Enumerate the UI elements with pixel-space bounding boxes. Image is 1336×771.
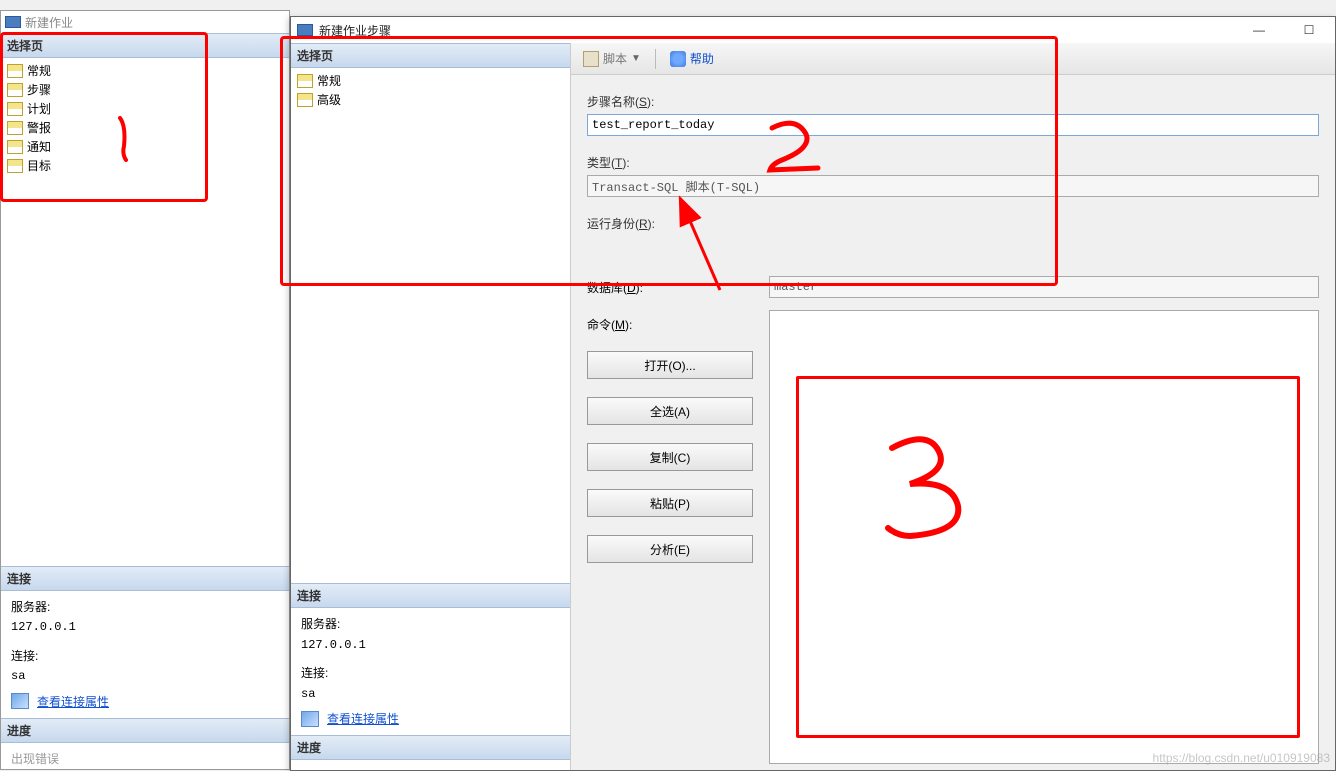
- page-icon: [297, 74, 313, 88]
- type-label: 类型(T):: [587, 136, 1319, 175]
- dialog-new-job-step: 新建作业步骤 — ☐ 选择页 常规 高级 连接 服务器: 127.0.0.1 连…: [290, 16, 1336, 771]
- script-label: 脚本: [603, 50, 627, 67]
- main-panel: 脚本 ▼ 帮助 步骤名称(S): 类型(T):: [571, 43, 1335, 770]
- nav-alerts[interactable]: 警报: [1, 118, 289, 137]
- parent-titlebar: 新建作业: [1, 11, 289, 33]
- nav-label: 计划: [27, 100, 51, 117]
- copy-button[interactable]: 复制(C): [587, 443, 753, 471]
- connection-info: 服务器: 127.0.0.1 连接: sa: [1, 591, 289, 689]
- parent-title: 新建作业: [25, 14, 73, 31]
- select-page-header: 选择页: [1, 33, 289, 58]
- app-icon: [5, 16, 21, 28]
- nav-label: 常规: [27, 62, 51, 79]
- connection-value: sa: [301, 684, 560, 704]
- select-page-list: 常规 高级: [291, 68, 570, 112]
- nav-steps[interactable]: 步骤: [1, 80, 289, 99]
- database-label: 数据库(D):: [587, 279, 753, 296]
- select-page-header: 选择页: [291, 43, 570, 68]
- parse-button[interactable]: 分析(E): [587, 535, 753, 563]
- connection-info: 服务器: 127.0.0.1 连接: sa: [291, 608, 570, 706]
- help-button[interactable]: 帮助: [666, 48, 718, 69]
- page-icon: [7, 159, 23, 173]
- step-name-input[interactable]: [587, 114, 1319, 136]
- script-button[interactable]: 脚本 ▼: [579, 48, 645, 69]
- connection-header: 连接: [1, 566, 289, 591]
- help-icon: [670, 51, 686, 67]
- page-icon: [297, 93, 313, 107]
- script-icon: [583, 51, 599, 67]
- chevron-down-icon: ▼: [631, 53, 641, 64]
- progress-header: 进度: [1, 718, 289, 743]
- parent-dialog-new-job: 新建作业 选择页 常规 步骤 计划 警报 通知 目标 连接 服务器: 127.0…: [0, 10, 290, 770]
- select-all-button[interactable]: 全选(A): [587, 397, 753, 425]
- paste-button[interactable]: 粘贴(P): [587, 489, 753, 517]
- nav-general[interactable]: 常规: [291, 71, 570, 90]
- nav-targets[interactable]: 目标: [1, 156, 289, 175]
- toolbar-separator: [655, 49, 656, 69]
- page-icon: [7, 140, 23, 154]
- page-icon: [7, 64, 23, 78]
- view-connection-props-link[interactable]: 查看连接属性: [327, 710, 399, 727]
- connection-header: 连接: [291, 583, 570, 608]
- connection-props-icon: [11, 693, 29, 709]
- server-label: 服务器:: [301, 614, 560, 634]
- server-value: 127.0.0.1: [11, 617, 279, 637]
- select-page-list: 常规 步骤 计划 警报 通知 目标: [1, 58, 289, 178]
- view-connection-props-link[interactable]: 查看连接属性: [37, 693, 109, 710]
- nav-label: 通知: [27, 138, 51, 155]
- nav-general[interactable]: 常规: [1, 61, 289, 80]
- type-select[interactable]: [587, 175, 1319, 197]
- nav-advanced[interactable]: 高级: [291, 90, 570, 109]
- nav-label: 警报: [27, 119, 51, 136]
- server-value: 127.0.0.1: [301, 635, 560, 655]
- open-button[interactable]: 打开(O)...: [587, 351, 753, 379]
- step-name-label: 步骤名称(S):: [587, 87, 1319, 114]
- page-icon: [7, 83, 23, 97]
- toolbar: 脚本 ▼ 帮助: [571, 43, 1335, 75]
- nav-label: 目标: [27, 157, 51, 174]
- maximize-button[interactable]: ☐: [1289, 19, 1329, 41]
- dialog-title: 新建作业步骤: [319, 22, 391, 39]
- connection-label: 连接:: [301, 663, 560, 683]
- sidebar: 选择页 常规 高级 连接 服务器: 127.0.0.1 连接: sa 查看连接属…: [291, 43, 571, 770]
- run-as-label: 运行身份(R):: [587, 197, 1319, 236]
- connection-label: 连接:: [11, 646, 279, 666]
- connection-value: sa: [11, 666, 279, 686]
- progress-header: 进度: [291, 735, 570, 760]
- help-label: 帮助: [690, 50, 714, 67]
- database-select[interactable]: [769, 276, 1319, 298]
- nav-notifications[interactable]: 通知: [1, 137, 289, 156]
- connection-props-icon: [301, 711, 319, 727]
- nav-label: 高级: [317, 91, 341, 108]
- watermark: https://blog.csdn.net/u010919083: [1153, 751, 1330, 765]
- minimize-button[interactable]: —: [1239, 19, 1279, 41]
- command-textarea[interactable]: [769, 310, 1319, 764]
- command-label: 命令(M):: [587, 316, 753, 333]
- page-icon: [7, 102, 23, 116]
- titlebar: 新建作业步骤 — ☐: [291, 17, 1335, 43]
- progress-text: 出现错误: [11, 752, 59, 766]
- nav-schedules[interactable]: 计划: [1, 99, 289, 118]
- app-icon: [297, 24, 313, 36]
- nav-label: 常规: [317, 72, 341, 89]
- nav-label: 步骤: [27, 81, 51, 98]
- page-icon: [7, 121, 23, 135]
- server-label: 服务器:: [11, 597, 279, 617]
